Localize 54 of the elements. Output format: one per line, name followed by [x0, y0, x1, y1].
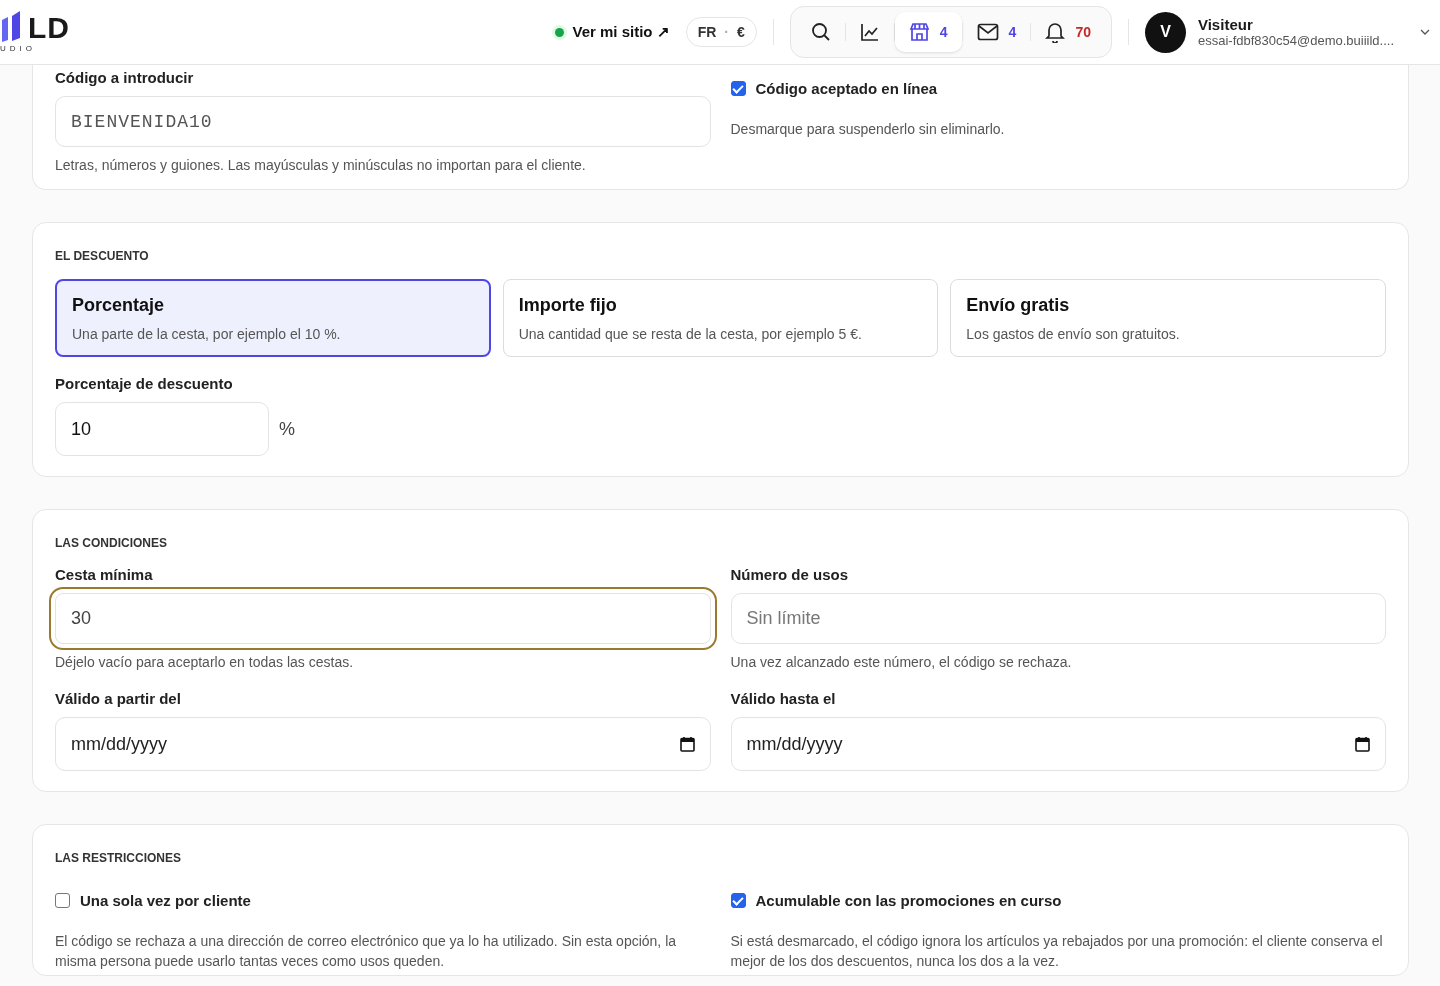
percentage-field[interactable]: 10: [55, 402, 269, 456]
option-title: Envío gratis: [966, 294, 1071, 316]
search-icon: [810, 22, 831, 42]
checkbox-label: Una sola vez por cliente: [80, 892, 251, 909]
logo-text: LD: [28, 14, 70, 42]
code-field[interactable]: BIENVENIDA10: [55, 96, 711, 147]
user-name: Visiteur: [1197, 16, 1254, 33]
option-description: Una cantidad que se resta de la cesta, por ejemplo 5 €.: [518, 325, 863, 342]
checkbox[interactable]: [730, 81, 746, 96]
input-field[interactable]: Sin límite: [730, 593, 1386, 644]
store-button[interactable]: 4: [894, 12, 962, 52]
help-text: Una vez alcanzado este número, el código se rechaza.: [730, 653, 1073, 672]
help-text: Si está desmarcado, el código ignora los artículos ya rebajados por una promoción: el cliente conserva el mejor de los dos descuentos, nunca los dos a la vez.: [730, 932, 1384, 971]
checkbox-label: Código aceptado en línea: [755, 80, 938, 97]
store-icon: [908, 22, 930, 42]
field-label: Válido a partir del: [55, 690, 182, 707]
field-label: Código a introducir: [55, 69, 195, 86]
help-text: Letras, números y guiones. Las mayúsculas y minúsculas no importan para el cliente.: [55, 156, 587, 175]
checkbox[interactable]: [730, 893, 746, 908]
option-card[interactable]: Porcentaje Una parte de la cesta, por ejemplo el 10 %.: [55, 279, 491, 357]
option-title: Porcentaje: [72, 294, 166, 316]
mail-icon: [976, 23, 999, 41]
field-label: Cesta mínima: [55, 566, 154, 583]
field-label: Número de usos: [730, 566, 850, 583]
chevron-down-icon[interactable]: [1420, 29, 1430, 35]
chart-icon: [859, 22, 880, 42]
date-field[interactable]: mm/dd/yyyy: [730, 717, 1386, 771]
help-text: Déjelo vacío para aceptarlo en todas las cestas.: [55, 653, 355, 672]
user-avatar[interactable]: V: [1144, 11, 1186, 53]
option-title: Importe fijo: [518, 294, 618, 316]
section-title: LAS CONDICIONES: [55, 536, 168, 550]
view-site-link[interactable]: Ver mi sitio ↗: [572, 23, 670, 41]
section-title: EL DESCUENTO: [55, 249, 150, 263]
option-description: Una parte de la cesta, por ejemplo el 10 %.: [72, 325, 342, 342]
help-text: Desmarque para suspenderlo sin eliminarlo.: [730, 120, 1006, 139]
field-label: Válido hasta el: [730, 690, 837, 707]
checkbox[interactable]: [55, 893, 70, 908]
option-card[interactable]: Envío gratis Los gastos de envío son gratuitos.: [950, 279, 1386, 357]
field-label: Porcentaje de descuento: [55, 375, 234, 392]
checkbox-label: Acumulable con las promociones en curso: [755, 892, 1062, 909]
user-email: essai-fdbf830c54@demo.buiiild....: [1197, 33, 1394, 48]
bell-button[interactable]: 70: [1031, 12, 1105, 52]
date-field[interactable]: mm/dd/yyyy: [55, 717, 711, 771]
section-title: LAS RESTRICCIONES: [55, 851, 182, 865]
logo-tagline: UDIO: [0, 44, 37, 53]
option-description: Los gastos de envío son gratuitos.: [966, 325, 1181, 342]
calendar-icon[interactable]: [679, 736, 695, 752]
unit-label: %: [279, 418, 295, 440]
calendar-icon[interactable]: [1355, 736, 1370, 752]
option-card[interactable]: Importe fijo Una cantidad que se resta de la cesta, por ejemplo 5 €.: [502, 279, 939, 357]
bell-icon: [1045, 21, 1066, 43]
mail-button[interactable]: 4: [962, 12, 1031, 52]
locale-button[interactable]: FR · €: [685, 17, 757, 47]
help-text: El código se rechaza a una dirección de correo electrónico que ya lo ha utilizado. Sin esta opción, la misma persona puede usarlo tantas veces como usos queden.: [55, 932, 678, 971]
